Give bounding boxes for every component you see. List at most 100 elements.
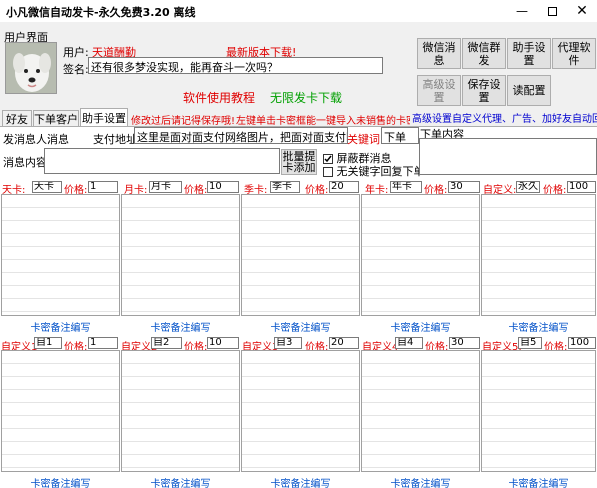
list-row-line: [122, 442, 239, 455]
sender-label: 发消息人:: [3, 133, 51, 146]
card-note-link[interactable]: 卡密备注编写: [241, 319, 360, 334]
save-reminder: 修改过后请记得保存哦!: [131, 116, 236, 127]
tutorial-link[interactable]: 软件使用教程: [183, 89, 255, 106]
card-note-link[interactable]: 卡密备注编写: [361, 475, 480, 488]
unlimited-download-link[interactable]: 无限发卡下载: [270, 89, 342, 106]
list-row-line: [2, 455, 119, 468]
list-row-line: [122, 195, 239, 208]
close-icon[interactable]: ✕: [567, 0, 597, 22]
pay-address-input[interactable]: 这里是面对面支付网络图片，把面对面支付图片分: [134, 127, 348, 144]
sender-value: 消息: [47, 133, 69, 146]
card-name-input[interactable]: 自2: [151, 337, 182, 349]
card-secret-list[interactable]: [361, 194, 480, 316]
card-name-input[interactable]: 天卡: [32, 181, 62, 193]
keyword-input[interactable]: 下单: [381, 127, 419, 144]
checkbox-unchecked-icon[interactable]: [323, 167, 333, 177]
card-secret-list[interactable]: [481, 350, 596, 472]
card-name-input[interactable]: 月卡: [149, 181, 182, 193]
minimize-icon[interactable]: —: [507, 0, 537, 22]
list-row-line: [242, 208, 359, 221]
card-secret-list[interactable]: [1, 350, 120, 472]
price-input[interactable]: 100: [568, 337, 596, 349]
list-row-line: [362, 429, 479, 442]
price-input[interactable]: 10: [207, 181, 239, 193]
read-config-button[interactable]: 读配置: [507, 75, 551, 106]
list-row-line: [2, 351, 119, 364]
price-input[interactable]: 1: [88, 337, 118, 349]
card-name-input[interactable]: 永久: [516, 181, 540, 193]
tab-assistant-settings[interactable]: 助手设置: [80, 108, 128, 127]
assistant-settings-button[interactable]: 助手设置: [507, 38, 551, 69]
card-secret-list[interactable]: [481, 194, 596, 316]
list-row-line: [362, 455, 479, 468]
list-row-line: [2, 195, 119, 208]
list-row-line: [482, 221, 595, 234]
card-name-input[interactable]: 自5: [518, 337, 542, 349]
list-row-line: [242, 260, 359, 273]
list-row-line: [242, 429, 359, 442]
price-input[interactable]: 100: [567, 181, 596, 193]
list-row-line: [2, 299, 119, 312]
card-note-link[interactable]: 卡密备注编写: [481, 475, 596, 488]
tab-order-customers[interactable]: 下单客户: [33, 110, 79, 126]
list-row-line: [242, 234, 359, 247]
batch-add-button[interactable]: 批量提卡添加: [281, 149, 317, 175]
list-row-line: [122, 455, 239, 468]
proxy-software-button[interactable]: 代理软件: [552, 38, 596, 69]
list-row-line: [362, 299, 479, 312]
price-input[interactable]: 30: [448, 181, 480, 193]
card-secret-list[interactable]: [1, 194, 120, 316]
list-row-line: [2, 429, 119, 442]
card-secret-list[interactable]: [361, 350, 480, 472]
card-note-link[interactable]: 卡密备注编写: [121, 319, 240, 334]
card-secret-list[interactable]: [241, 194, 360, 316]
list-row-line: [362, 351, 479, 364]
sign-input[interactable]: 还有很多梦没实现，能再奋斗一次吗？: [88, 57, 383, 74]
list-row-line: [242, 286, 359, 299]
card-name-input[interactable]: 年卡: [390, 181, 422, 193]
card-note-link[interactable]: 卡密备注编写: [481, 319, 596, 334]
list-row-line: [482, 442, 595, 455]
maximize-icon[interactable]: [537, 0, 567, 22]
title-bar: 小凡微信自动发卡-永久免费3.20 离线 — ✕: [0, 0, 597, 22]
order-content-input[interactable]: [419, 138, 597, 175]
card-name-input[interactable]: 自3: [274, 337, 302, 349]
list-row-line: [122, 299, 239, 312]
card-secret-list[interactable]: [121, 194, 240, 316]
list-row-line: [122, 208, 239, 221]
wechat-message-button[interactable]: 微信消息: [417, 38, 461, 69]
keyword-label: 关键词:: [347, 133, 384, 146]
tab-friends[interactable]: 好友: [2, 110, 32, 126]
wechat-group-send-button[interactable]: 微信群发: [462, 38, 506, 69]
list-row-line: [2, 234, 119, 247]
message-content-input[interactable]: [44, 148, 280, 174]
list-row-line: [122, 260, 239, 273]
card-note-link[interactable]: 卡密备注编写: [241, 475, 360, 488]
card-name-input[interactable]: 自4: [395, 337, 423, 349]
list-row-line: [482, 351, 595, 364]
card-note-link[interactable]: 卡密备注编写: [1, 475, 120, 488]
list-row-line: [482, 429, 595, 442]
card-note-link[interactable]: 卡密备注编写: [361, 319, 480, 334]
card-name-input[interactable]: 季卡: [270, 181, 300, 193]
price-input[interactable]: 30: [449, 337, 480, 349]
import-hint: 左键单击卡密框能一键导入未销售的卡密: [236, 116, 410, 127]
card-note-link[interactable]: 卡密备注编写: [1, 319, 120, 334]
list-row-line: [482, 195, 595, 208]
price-input[interactable]: 10: [207, 337, 239, 349]
list-row-line: [242, 247, 359, 260]
list-row-line: [482, 299, 595, 312]
card-secret-list[interactable]: [121, 350, 240, 472]
advanced-hint: 高级设置自定义代理、广告、加好友自动回复: [412, 114, 597, 125]
card-note-link[interactable]: 卡密备注编写: [121, 475, 240, 488]
no-keyword-reply-checkbox[interactable]: 无关键字回复下单: [323, 163, 425, 179]
price-input[interactable]: 1: [88, 181, 118, 193]
price-input[interactable]: 20: [329, 181, 359, 193]
card-name-input[interactable]: 自1: [34, 337, 62, 349]
list-row-line: [2, 260, 119, 273]
card-secret-list[interactable]: [241, 350, 360, 472]
price-input[interactable]: 20: [329, 337, 359, 349]
advanced-settings-button[interactable]: 高级设置: [417, 75, 461, 106]
list-row-line: [242, 390, 359, 403]
save-settings-button[interactable]: 保存设置: [462, 75, 506, 106]
